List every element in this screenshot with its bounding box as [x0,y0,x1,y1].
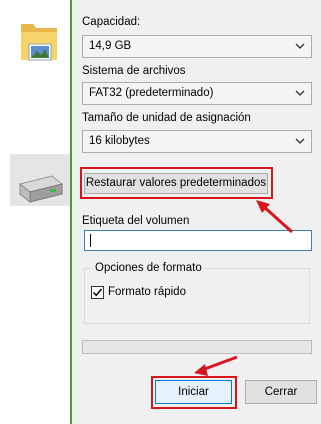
red-arrow-annotation [194,200,294,376]
